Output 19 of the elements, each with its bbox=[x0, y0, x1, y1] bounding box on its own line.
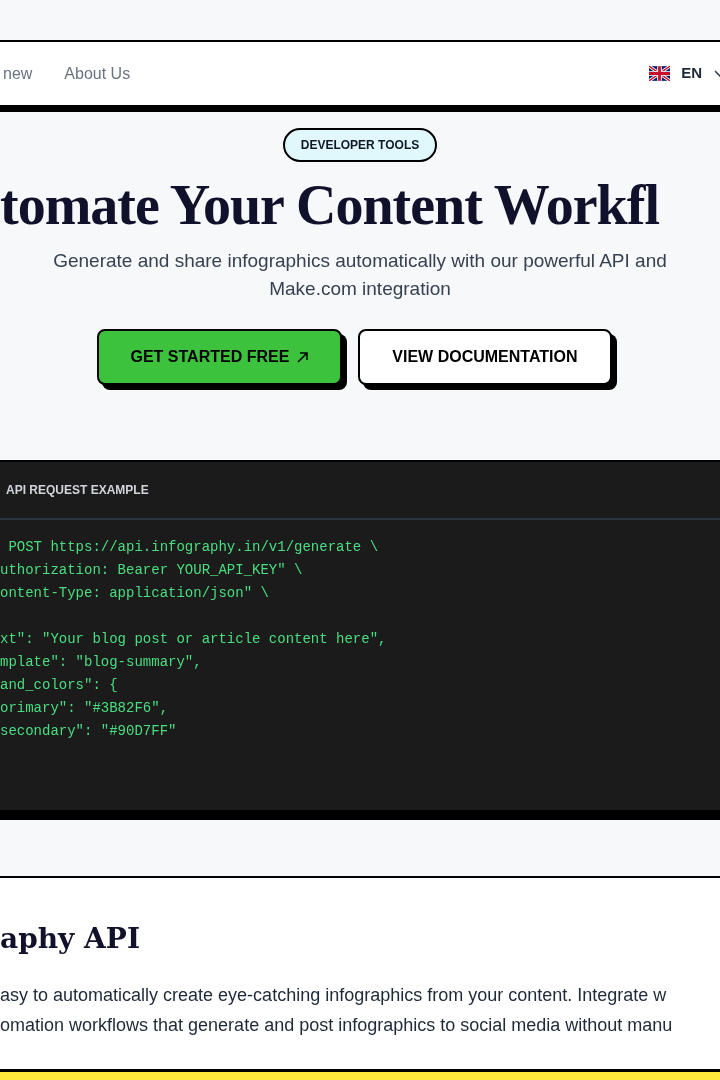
hero-title: tomate Your Content Workfl bbox=[0, 173, 659, 238]
flag-icon bbox=[649, 66, 671, 81]
code-line: mplate": "blog-summary", bbox=[0, 653, 203, 672]
language-selector[interactable]: EN bbox=[649, 62, 720, 85]
nav-link[interactable]: new bbox=[3, 61, 33, 86]
code-line: xt": "Your blog post or article content here", bbox=[0, 630, 388, 649]
category-badge: DEVELOPER TOOLS bbox=[282, 128, 438, 162]
code-panel-title: API REQUEST EXAMPLE bbox=[6, 482, 149, 499]
code-line: and_colors": { bbox=[0, 676, 119, 695]
code-line: orimary": "#3B82F6", bbox=[0, 699, 170, 718]
code-line: uthorization: Bearer YOUR_API_KEY" \ bbox=[0, 561, 304, 580]
hero-subtitle: Generate and share infographics automatically with our powerful API and Make.com integration bbox=[52, 249, 668, 302]
code-line: ontent-Type: application/json" \ bbox=[0, 584, 270, 603]
code-line: POST https://api.infography.in/v1/generate \ bbox=[7, 538, 380, 557]
section-title: aphy API bbox=[0, 921, 141, 957]
arrow-up-right-icon bbox=[297, 351, 309, 363]
section-description: asy to automatically create eye-catching infographics from your content. Integrate w omation workflows that generate and post infographics to social media without manu bbox=[0, 984, 674, 1037]
nav-link[interactable]: About Us bbox=[64, 61, 131, 86]
code-line: secondary": "#90D7FF" bbox=[0, 722, 178, 741]
